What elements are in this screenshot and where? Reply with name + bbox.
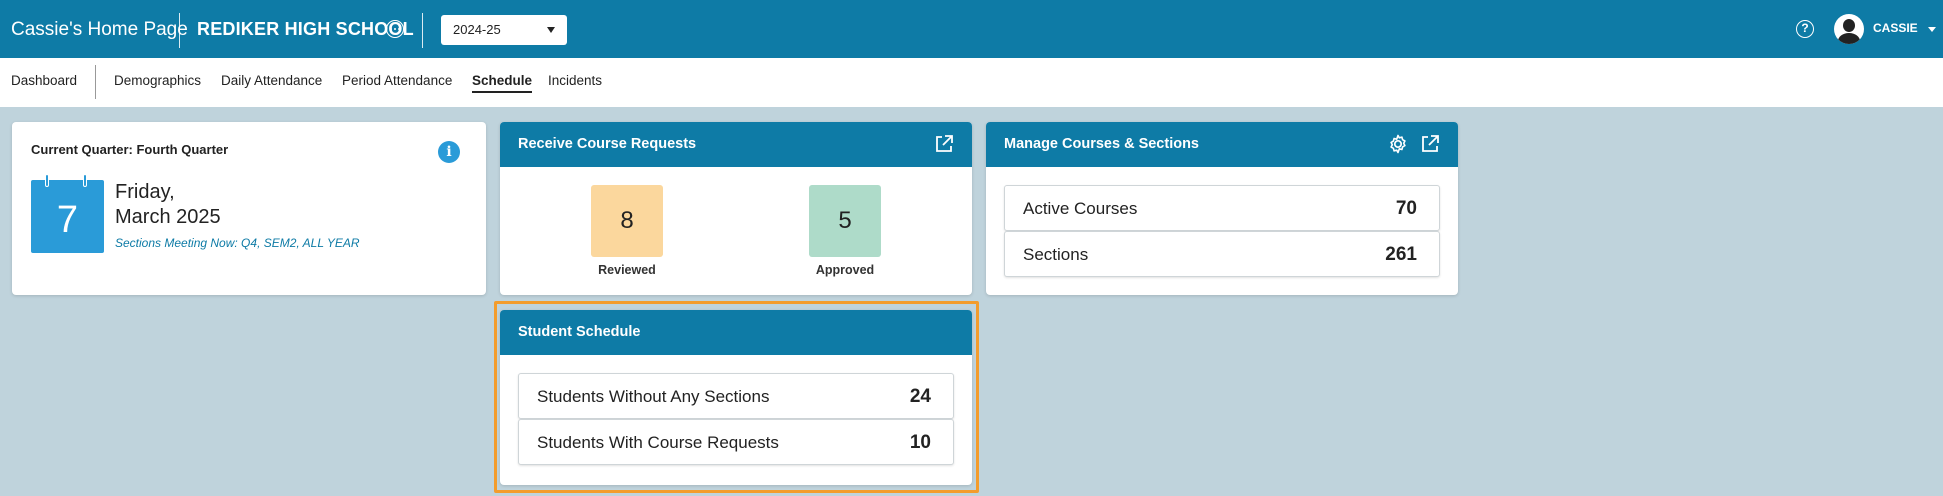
nav-daily-attendance[interactable]: Daily Attendance	[221, 73, 322, 91]
approved-count[interactable]: 5	[809, 185, 881, 257]
nav-period-attendance[interactable]: Period Attendance	[342, 73, 452, 91]
current-weekday: Friday,	[115, 181, 175, 203]
external-link-icon[interactable]	[934, 134, 954, 154]
nav-demographics[interactable]: Demographics	[114, 73, 201, 91]
reviewed-count[interactable]: 8	[591, 185, 663, 257]
course-requests-header: Receive Course Requests	[500, 122, 972, 167]
school-year-value: 2024-25	[453, 22, 501, 37]
sections-row[interactable]: Sections 261	[1004, 231, 1440, 277]
course-requests-title: Receive Course Requests	[518, 136, 697, 152]
nav-dashboard[interactable]: Dashboard	[11, 73, 77, 91]
school-year-select[interactable]: 2024-25	[441, 15, 567, 45]
course-requests-card: Receive Course Requests 8 Reviewed 5 App…	[500, 122, 972, 295]
header-divider	[179, 13, 180, 48]
top-bar: Cassie's Home Page REDIKER HIGH SCHOOL 2…	[0, 0, 1943, 58]
avatar[interactable]	[1834, 14, 1864, 44]
active-courses-value: 70	[1395, 198, 1417, 219]
more-options-icon[interactable]	[386, 20, 404, 38]
sections-label: Sections	[1023, 245, 1089, 264]
student-schedule-highlight	[494, 301, 979, 493]
active-courses-row[interactable]: Active Courses 70	[1004, 185, 1440, 231]
info-icon[interactable]: i	[438, 141, 460, 163]
manage-courses-title: Manage Courses & Sections	[1004, 136, 1199, 152]
external-link-icon[interactable]	[1420, 134, 1440, 154]
current-quarter-card: Current Quarter: Fourth Quarter i 7 Frid…	[12, 122, 486, 295]
help-icon[interactable]: ?	[1796, 20, 1814, 38]
calendar-icon: 7	[31, 174, 104, 253]
nav-incidents[interactable]: Incidents	[548, 73, 602, 91]
active-courses-label: Active Courses	[1023, 199, 1138, 218]
sections-value: 261	[1385, 244, 1417, 265]
user-menu-name[interactable]: CASSIE	[1873, 21, 1918, 35]
manage-courses-card: Manage Courses & Sections Active Courses…	[986, 122, 1458, 295]
user-menu-chevron-icon[interactable]	[1928, 27, 1936, 32]
school-name[interactable]: REDIKER HIGH SCHOOL	[197, 19, 414, 40]
header-divider	[422, 13, 423, 48]
sections-meeting-now: Sections Meeting Now: Q4, SEM2, ALL YEAR	[115, 236, 360, 250]
current-date: Friday, March 2025	[115, 180, 221, 230]
home-page-link[interactable]: Cassie's Home Page	[11, 19, 188, 41]
current-quarter-title: Current Quarter: Fourth Quarter	[31, 142, 229, 157]
nav-divider	[95, 65, 96, 99]
calendar-day-number: 7	[56, 199, 79, 241]
nav-schedule[interactable]: Schedule	[472, 73, 533, 93]
gear-icon[interactable]	[1387, 133, 1409, 155]
approved-label: Approved	[815, 263, 875, 277]
manage-courses-header: Manage Courses & Sections	[986, 122, 1458, 167]
chevron-down-icon	[547, 27, 555, 33]
current-month-year: March 2025	[115, 206, 221, 228]
sub-navigation: Dashboard Demographics Daily Attendance …	[0, 58, 1943, 107]
reviewed-label: Reviewed	[598, 263, 656, 277]
